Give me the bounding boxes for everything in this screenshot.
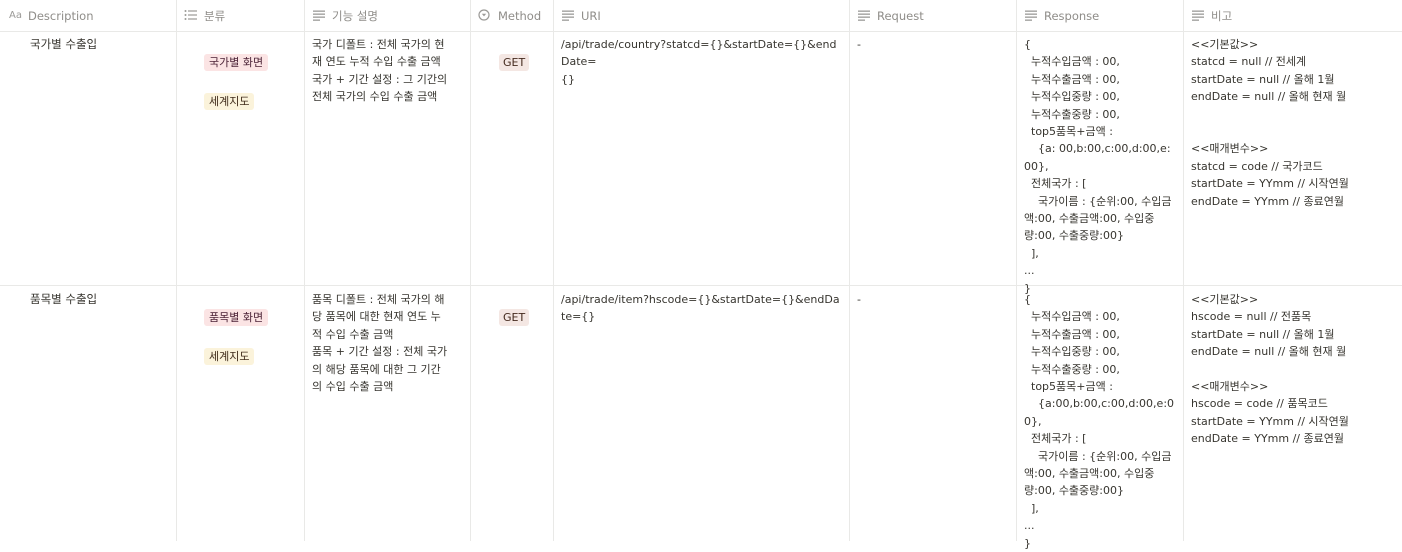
request-cell[interactable]: -: [849, 291, 1016, 308]
response-cell[interactable]: { 누적수입금액 : 00, 누적수출금액 : 00, 누적수입중량 : 00,…: [1016, 36, 1183, 297]
column-header-label: 비고: [1211, 8, 1233, 23]
note-cell[interactable]: <<기본값>> hscode = null // 전품목 startDate =…: [1183, 291, 1402, 448]
category-tags[interactable]: 국가별 화면 세계지도: [176, 37, 304, 131]
tag: 세계지도: [203, 347, 255, 365]
column-header-uri[interactable]: URI: [553, 0, 849, 31]
feature-description[interactable]: 품목 디폴트 : 전체 국가의 해 당 품목에 대한 현재 연도 누 적 수입 …: [304, 291, 470, 395]
column-header-request[interactable]: Request: [849, 0, 1016, 31]
text-icon: [858, 10, 870, 21]
database-table: Aa Description 분류 기능 설명 Method URI Reque…: [0, 0, 1402, 550]
divider: [0, 31, 1402, 32]
column-header-description[interactable]: Aa Description: [0, 0, 176, 31]
row-title[interactable]: 국가별 수출입: [0, 36, 176, 53]
row-title[interactable]: 품목별 수출입: [0, 291, 176, 308]
column-header-label: Method: [498, 8, 542, 23]
column-header-label: Request: [877, 8, 924, 23]
method-cell[interactable]: GET: [470, 37, 553, 89]
response-cell[interactable]: { 누적수입금액 : 00, 누적수출금액 : 00, 누적수입중량 : 00,…: [1016, 291, 1183, 552]
uri-cell[interactable]: /api/trade/item?hscode={}&startDate={}&e…: [553, 291, 849, 326]
divider: [849, 0, 850, 541]
column-header-response[interactable]: Response: [1016, 0, 1183, 31]
tag: 품목별 화면: [203, 309, 269, 327]
divider: [0, 285, 1402, 286]
tag: 세계지도: [203, 92, 255, 110]
column-header-note[interactable]: 비고: [1183, 0, 1402, 31]
method-cell[interactable]: GET: [470, 292, 553, 344]
uri-cell[interactable]: /api/trade/country?statcd={}&startDate={…: [553, 36, 849, 88]
text-icon: [313, 10, 325, 21]
method-badge: GET: [498, 54, 530, 72]
feature-description[interactable]: 국가 디폴트 : 전체 국가의 현 재 연도 누적 수입 수출 금액 국가 + …: [304, 36, 470, 106]
method-badge: GET: [498, 309, 530, 327]
text-icon: [1025, 10, 1037, 21]
column-header-label: Response: [1044, 8, 1100, 23]
column-header-label: 분류: [204, 8, 226, 23]
column-header-category[interactable]: 분류: [176, 0, 304, 31]
category-tags[interactable]: 품목별 화면 세계지도: [176, 292, 304, 386]
text-icon: [562, 10, 574, 21]
tag: 국가별 화면: [203, 54, 269, 72]
text-icon: [1192, 10, 1204, 21]
note-cell[interactable]: <<기본값>> statcd = null // 전세계 startDate =…: [1183, 36, 1402, 210]
column-header-label: URI: [581, 8, 601, 23]
request-cell[interactable]: -: [849, 36, 1016, 53]
title-icon: Aa: [9, 10, 22, 21]
column-header-method[interactable]: Method: [470, 0, 553, 31]
column-header-label: 기능 설명: [332, 8, 378, 23]
column-header-feature[interactable]: 기능 설명: [304, 0, 470, 31]
column-header-label: Description: [28, 8, 94, 23]
select-icon: [478, 9, 490, 21]
multi-select-icon: [184, 10, 197, 20]
